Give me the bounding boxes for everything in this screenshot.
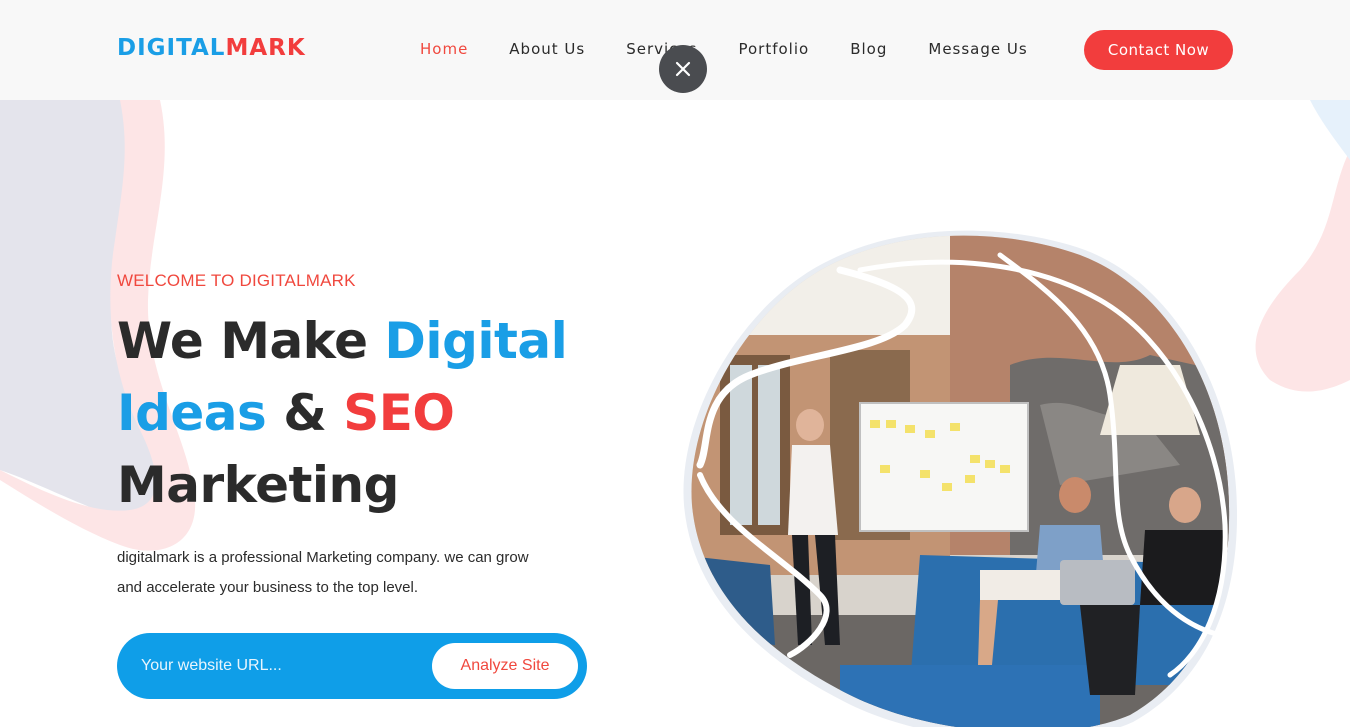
close-button[interactable] bbox=[659, 45, 707, 93]
main-nav: Home About Us Services Portfolio Blog Me… bbox=[420, 40, 1069, 58]
nav-home[interactable]: Home bbox=[420, 40, 468, 58]
logo-part-mark: MARK bbox=[225, 35, 306, 61]
description-line-2: and accelerate your business to the top … bbox=[117, 579, 419, 596]
contact-now-button[interactable]: Contact Now bbox=[1084, 30, 1233, 70]
analyze-form: Analyze Site bbox=[117, 633, 587, 699]
hero-headline: We Make Digital Ideas & SEO Marketing bbox=[117, 305, 637, 521]
headline-seo: SEO bbox=[343, 384, 455, 442]
headline-digital: Digital bbox=[384, 312, 568, 370]
close-icon bbox=[675, 61, 691, 77]
site-logo[interactable]: DIGITALMARK bbox=[117, 35, 306, 61]
analyze-site-button[interactable]: Analyze Site bbox=[432, 643, 578, 689]
headline-ampersand: & bbox=[266, 384, 344, 442]
headline-marketing: Marketing bbox=[117, 456, 399, 514]
nav-portfolio[interactable]: Portfolio bbox=[738, 40, 809, 58]
headline-we-make: We Make bbox=[117, 312, 385, 370]
logo-part-digital: DIGITAL bbox=[117, 35, 226, 61]
website-url-input[interactable] bbox=[141, 651, 421, 681]
hero-description: digitalmark is a professional Marketing … bbox=[117, 543, 607, 603]
nav-about-us[interactable]: About Us bbox=[509, 40, 585, 58]
hero-eyebrow: WELCOME TO DIGITALMARK bbox=[117, 271, 356, 290]
nav-message-us[interactable]: Message Us bbox=[928, 40, 1027, 58]
nav-blog[interactable]: Blog bbox=[850, 40, 887, 58]
headline-ideas: Ideas bbox=[117, 384, 267, 442]
description-line-1: digitalmark is a professional Marketing … bbox=[117, 549, 529, 566]
hero-photo bbox=[683, 230, 1237, 727]
